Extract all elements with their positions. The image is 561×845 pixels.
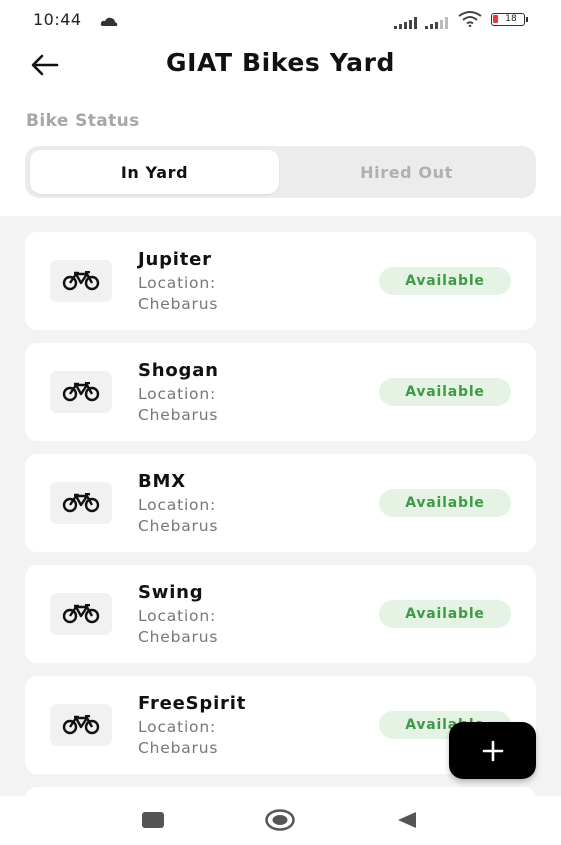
- bike-name: Jupiter: [138, 249, 212, 270]
- bike-icon: [50, 593, 112, 635]
- bike-name: Shogan: [138, 360, 219, 381]
- status-badge: Available: [379, 600, 511, 628]
- page-title: GIAT Bikes Yard: [165, 48, 395, 77]
- bike-card[interactable]: Swing Location: Chebarus Available: [25, 565, 536, 663]
- bike-card[interactable]: Jupiter Location: Chebarus Available: [25, 232, 536, 330]
- bike-card[interactable]: Shogan Location: Chebarus Available: [25, 343, 536, 441]
- bike-location: Location: Chebarus: [138, 385, 219, 424]
- plus-icon: [482, 740, 503, 761]
- recents-button[interactable]: [138, 808, 168, 832]
- bike-location: Location: Chebarus: [138, 607, 219, 646]
- bike-location: Location: Chebarus: [138, 274, 219, 313]
- bike-name: Swing: [138, 582, 204, 603]
- back-nav-button[interactable]: [392, 808, 422, 832]
- bike-location: Location: Chebarus: [138, 718, 219, 757]
- signal-icon-2: [425, 14, 449, 33]
- back-triangle-icon: [398, 812, 416, 828]
- bike-icon: [50, 704, 112, 746]
- bike-name: FreeSpirit: [138, 693, 247, 714]
- battery-level: 18: [505, 14, 517, 24]
- status-badge: Available: [379, 378, 511, 406]
- bike-list[interactable]: Jupiter Location: Chebarus Available Sho…: [0, 216, 561, 796]
- status-bar: 10:44 18: [0, 0, 561, 40]
- bike-name: BMX: [138, 471, 186, 492]
- battery-icon: 18: [491, 13, 528, 26]
- status-time: 10:44: [33, 10, 82, 29]
- bike-location: Location: Chebarus: [138, 496, 219, 535]
- bike-icon: [50, 482, 112, 524]
- wifi-icon: [458, 11, 482, 31]
- bike-card-partial[interactable]: [25, 787, 536, 796]
- signal-icon: [394, 14, 418, 33]
- cloud-icon: [100, 12, 118, 31]
- tab-hired-out[interactable]: Hired Out: [282, 150, 531, 194]
- add-bike-button[interactable]: [449, 722, 536, 779]
- home-button[interactable]: [265, 808, 295, 832]
- status-badge: Available: [379, 267, 511, 295]
- bike-icon: [50, 260, 112, 302]
- bike-status-toggle: In Yard Hired Out: [25, 146, 536, 198]
- bike-icon: [50, 371, 112, 413]
- section-label: Bike Status: [26, 111, 140, 131]
- system-nav-bar: [0, 796, 561, 845]
- recents-square-icon: [142, 812, 164, 828]
- tab-in-yard[interactable]: In Yard: [30, 150, 279, 194]
- status-badge: Available: [379, 489, 511, 517]
- bike-card[interactable]: BMX Location: Chebarus Available: [25, 454, 536, 552]
- home-circle-icon: [265, 809, 295, 831]
